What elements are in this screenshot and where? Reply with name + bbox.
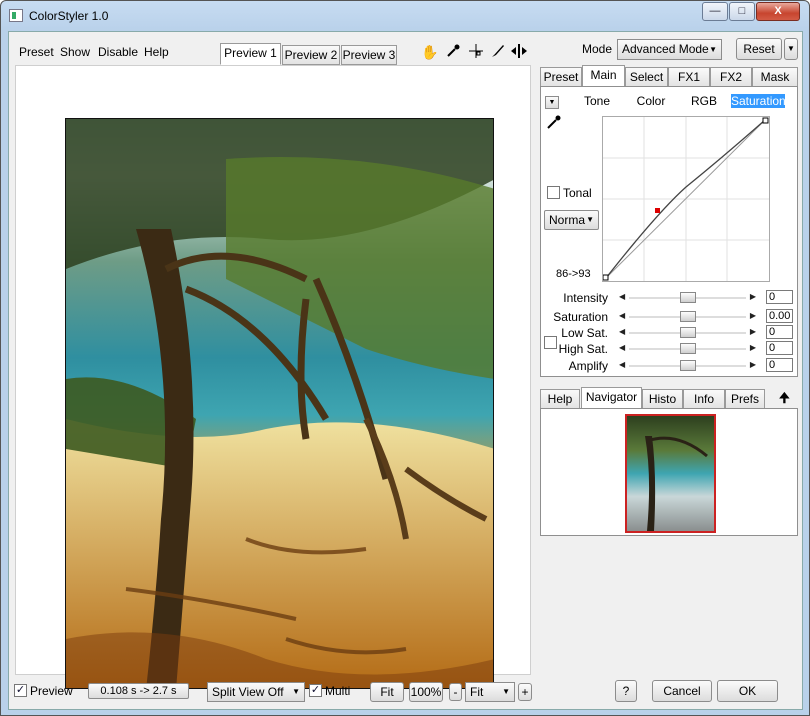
low-sat-slider[interactable]: ◀ ▶ [619,326,756,340]
client-area: Preset Show Disable Help Preview 1 Previ… [8,31,803,710]
eyedropper-icon[interactable] [444,43,462,61]
amplify-value[interactable]: 0 [766,358,793,372]
multi-label: Multi [325,684,351,698]
curve-tab-color[interactable]: Color [625,94,677,108]
reset-button[interactable]: Reset [736,38,782,60]
curve-editor[interactable] [602,116,770,282]
timing-display: 0.108 s -> 2.7 s [88,683,189,699]
ok-button[interactable]: OK [717,680,778,702]
menu-help[interactable]: Help [144,45,169,59]
multi-checkbox[interactable]: ✓ [309,684,322,697]
zoom-in-button[interactable]: + [518,683,532,701]
tab-select[interactable]: Select [625,67,668,87]
zoom-out-button[interactable]: - [449,683,462,701]
help-button[interactable]: ? [615,680,637,702]
curve-menu-button[interactable]: ▼ [545,96,559,109]
zoom-select[interactable]: Fit ▼ [465,682,515,702]
curve-readout: 86->93 [556,268,591,280]
split-view-value: Split View Off [212,685,284,699]
preview-checkbox[interactable]: ✓ [14,684,27,697]
curve-tab-rgb[interactable]: RGB [677,94,731,108]
curve-point [655,208,660,213]
curve-tabs: Tone Color RGB Saturation [569,94,786,108]
high-sat-value[interactable]: 0 [766,341,793,355]
title-bar[interactable]: ColorStyler 1.0 — □ X [1,1,809,31]
blend-mode-select[interactable]: Norma ▼ [544,210,599,230]
split-icon[interactable] [510,43,528,61]
close-button[interactable]: X [756,2,800,21]
blend-mode-value: Norma [549,213,586,227]
maximize-button[interactable]: □ [729,2,755,21]
tab-preview-2[interactable]: Preview 2 [282,45,340,65]
app-icon [9,9,23,22]
main-panel: ▼ Tone Color RGB Saturation Tonal Norma ▼… [540,86,798,377]
intensity-slider[interactable]: ◀ ▶ [619,291,756,305]
low-sat-value[interactable]: 0 [766,325,793,339]
crosshair-icon[interactable] [467,43,485,61]
window-title: ColorStyler 1.0 [29,9,109,23]
tonal-checkbox[interactable] [547,186,560,199]
reset-menu-button[interactable]: ▼ [784,38,798,60]
tab-mask[interactable]: Mask [752,67,798,87]
tab-prefs[interactable]: Prefs [725,389,765,409]
slider-label-low-sat: Low Sat. [561,326,608,340]
tab-info[interactable]: Info [683,389,725,409]
fit-button[interactable]: Fit [370,682,404,702]
intensity-value[interactable]: 0 [766,290,793,304]
mode-label: Mode [582,42,613,56]
tab-fx1[interactable]: FX1 [668,67,710,87]
saturation-value[interactable]: 0.00 [766,309,793,323]
brush-icon[interactable] [489,43,507,61]
tab-navigator[interactable]: Navigator [581,387,642,409]
zoom-value: Fit [470,685,484,699]
chevron-down-icon: ▼ [502,687,510,696]
chevron-down-icon: ▼ [292,687,300,696]
tab-preview-3[interactable]: Preview 3 [341,45,397,65]
tab-fx2[interactable]: FX2 [710,67,752,87]
curve-tab-saturation[interactable]: Saturation [731,94,786,108]
hand-icon[interactable]: ✋ [421,43,439,61]
curve-tab-tone[interactable]: Tone [569,94,625,108]
preview-label: Preview [30,684,73,698]
tab-main[interactable]: Main [582,65,625,87]
preview-area[interactable] [15,65,531,689]
navigator-thumbnail[interactable] [625,414,716,533]
preview-image[interactable] [65,118,494,689]
tab-preset[interactable]: Preset [540,67,582,87]
tab-histo[interactable]: Histo [642,389,683,409]
mode-value: Advanced Mode [622,42,709,56]
mode-select[interactable]: Advanced Mode ▼ [617,39,722,60]
tonal-label: Tonal [563,186,592,200]
zoom-100-button[interactable]: 100% [409,682,443,702]
navigator-panel [540,408,798,536]
tab-help[interactable]: Help [540,389,580,409]
saturation-slider[interactable]: ◀ ▶ [619,310,756,324]
slider-label-amplify: Amplify [568,359,608,373]
menu-preset[interactable]: Preset [19,45,54,59]
app-window: ColorStyler 1.0 — □ X Preset Show Disabl… [0,0,810,716]
menu-show[interactable]: Show [60,45,90,59]
menu-disable[interactable]: Disable [98,45,138,59]
amplify-slider[interactable]: ◀ ▶ [619,359,756,373]
slider-label-high-sat: High Sat. [558,342,608,356]
eyedropper-icon[interactable] [546,114,562,130]
chevron-down-icon: ▼ [586,215,594,224]
slider-label-saturation: Saturation [553,310,608,324]
high-sat-slider[interactable]: ◀ ▶ [619,342,756,356]
cancel-button[interactable]: Cancel [652,680,712,702]
chevron-down-icon: ▼ [709,45,717,54]
minimize-button[interactable]: — [702,2,728,21]
slider-label-intensity: Intensity [563,291,608,305]
saturation-enable-checkbox[interactable] [544,336,557,349]
tab-preview-1[interactable]: Preview 1 [220,43,281,65]
split-view-select[interactable]: Split View Off ▼ [207,682,305,702]
